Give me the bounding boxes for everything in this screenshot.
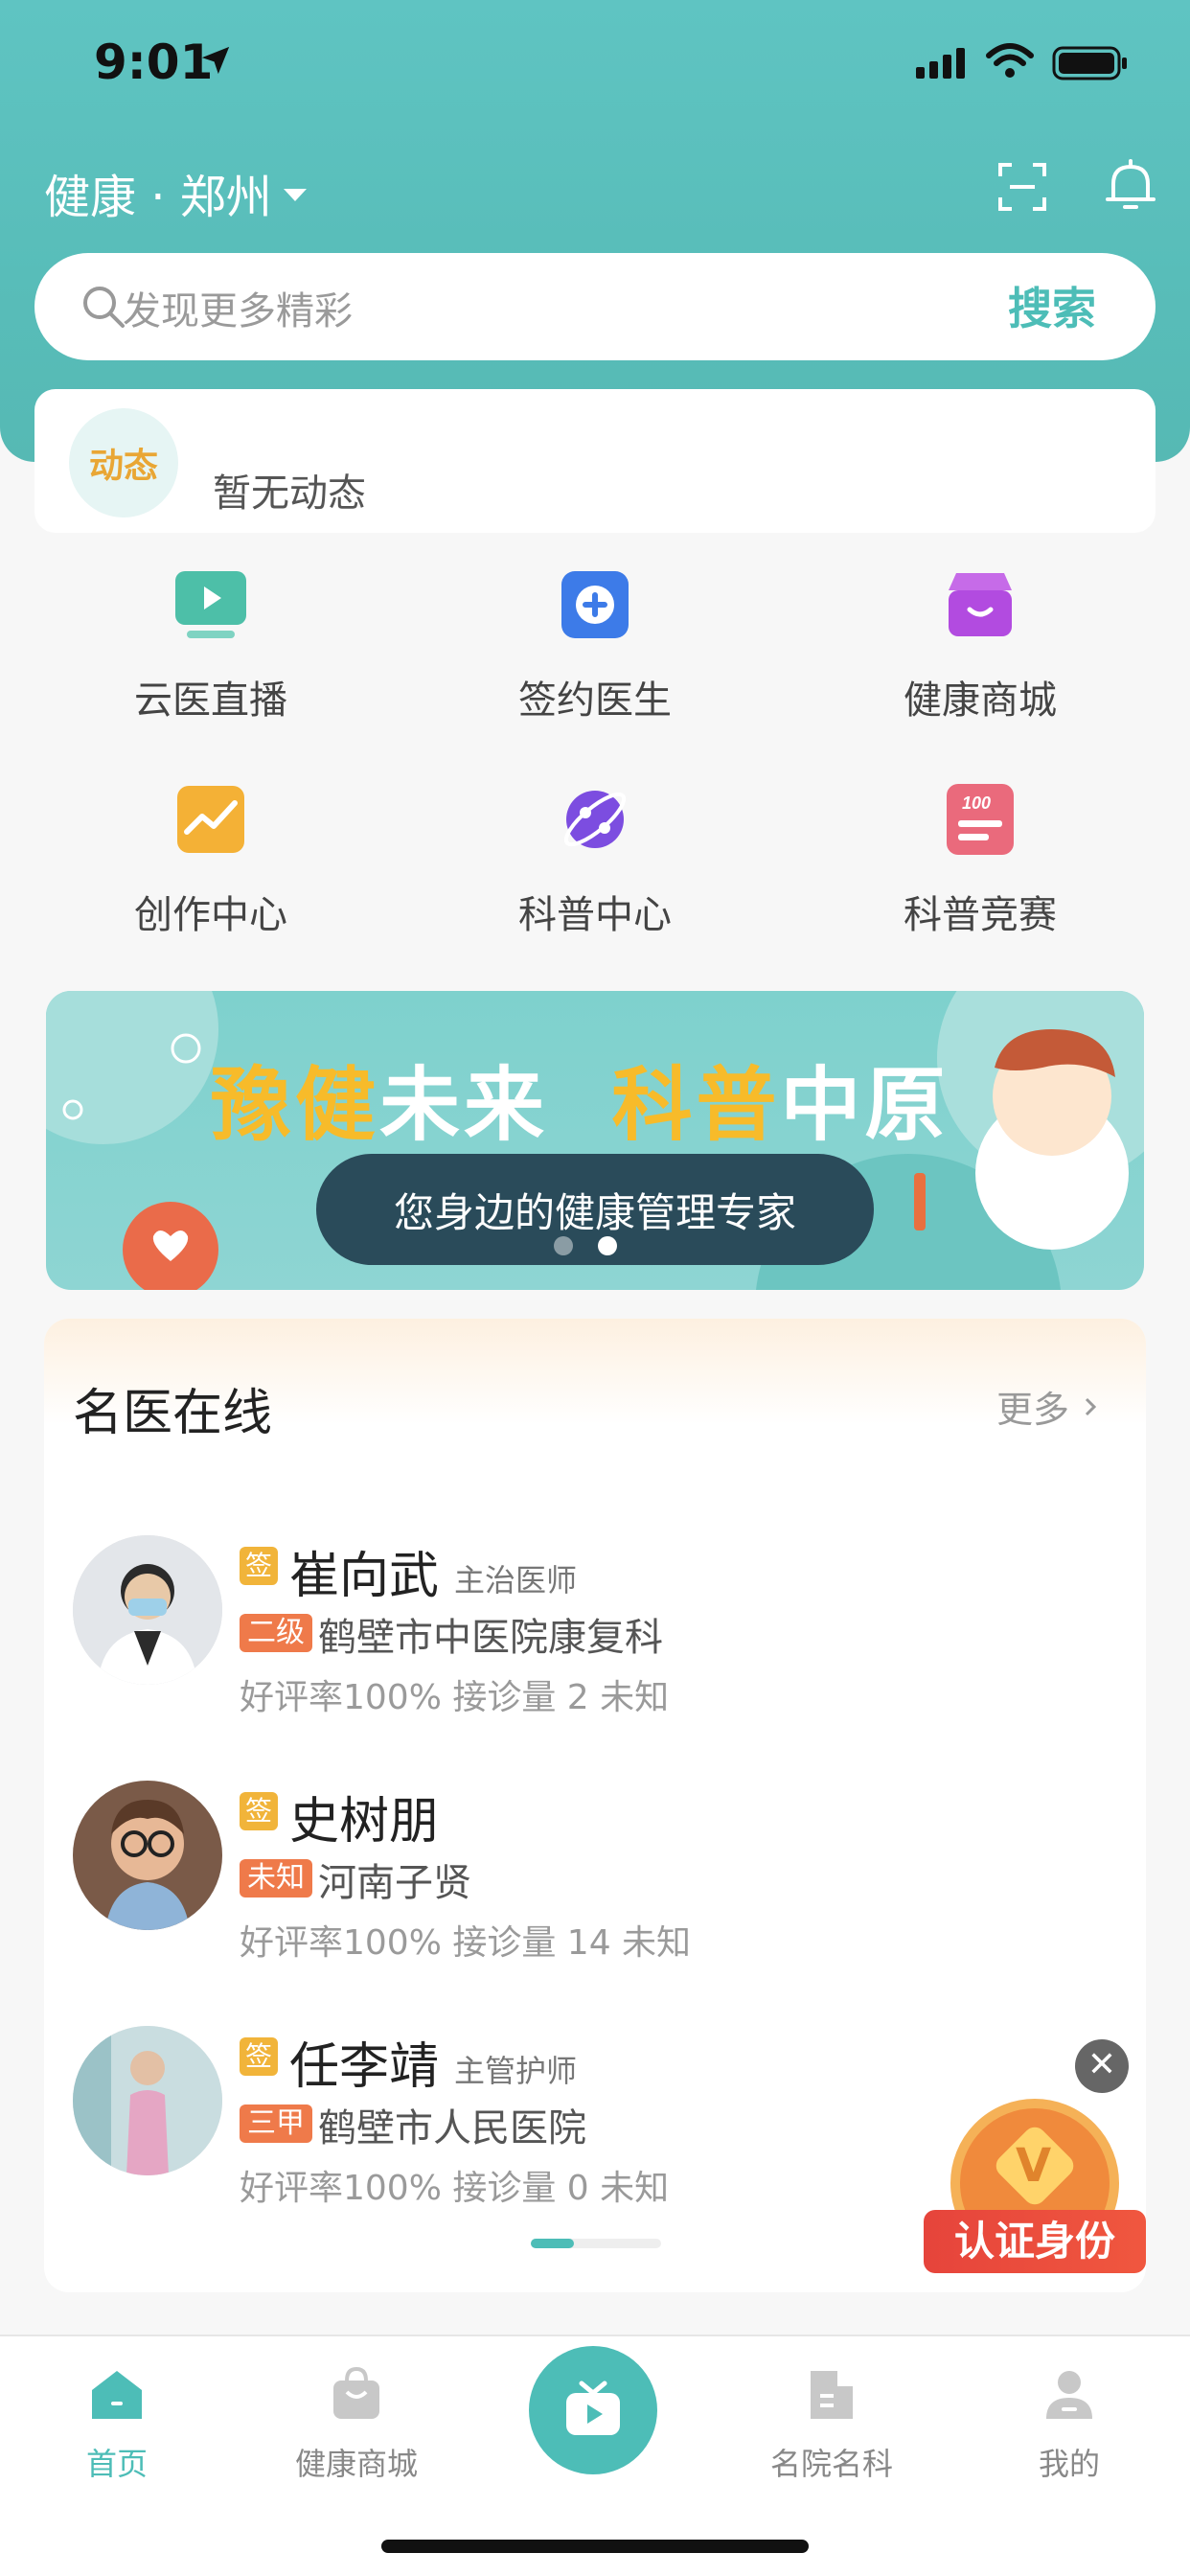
dynamics-text: 暂无动态	[213, 472, 366, 516]
app-page: 9:01 健康 · 郑州 发现更多精彩 搜索 动态 暂无动态 云医直播 签约医生…	[0, 0, 1190, 2576]
menu-label: 科普竞赛	[904, 893, 1057, 937]
chevron-right-icon	[1085, 1397, 1097, 1415]
bell-icon[interactable]	[1104, 157, 1157, 215]
scan-icon[interactable]	[996, 161, 1048, 213]
doctor-name: 任李靖	[289, 2038, 440, 2096]
menu-item-contest[interactable]: 100 科普竞赛	[836, 776, 1124, 968]
score-100-icon: 100	[947, 784, 1014, 855]
avatar	[73, 2026, 222, 2175]
hospital-level-badge: 二级	[240, 1614, 312, 1652]
doctor-stats: 好评率100% 接诊量 2 未知	[240, 1678, 670, 1717]
tab-label: 我的	[1038, 2446, 1100, 2482]
dynamics-badge: 动态	[69, 408, 178, 518]
tab-label: 名院名科	[769, 2446, 893, 2482]
more-label: 更多	[995, 1389, 1069, 1431]
doctor-title: 主管护师	[454, 2053, 578, 2089]
menu-item-shop[interactable]: 健康商城	[836, 562, 1124, 753]
close-floating-button[interactable]: ✕	[1075, 2039, 1129, 2093]
section-title: 名医在线	[73, 1385, 273, 1442]
menu-label: 创作中心	[134, 893, 287, 937]
banner-title-part: 未来	[379, 1058, 549, 1152]
hospital-name: 鹤壁市人民医院	[318, 2106, 586, 2150]
doctor-title: 主治医师	[454, 1562, 578, 1598]
sign-badge: 签	[240, 2037, 278, 2076]
doctor-name: 史树朋	[289, 1793, 440, 1851]
hospital-name: 鹤壁市中医院康复科	[318, 1616, 663, 1660]
doctor-row[interactable]: 签 史树朋 未知 河南子贤 好评率100% 接诊量 14 未知	[73, 1781, 1127, 1972]
status-bar: 9:01	[0, 0, 1190, 134]
shop-icon	[949, 573, 1012, 636]
v-mark-icon: V	[1016, 2139, 1052, 2193]
banner-title-part: 科普	[611, 1058, 781, 1152]
live-video-icon	[175, 571, 246, 638]
menu-item-create[interactable]: 创作中心	[67, 776, 355, 968]
city-label: 健康 · 郑州	[44, 171, 272, 224]
carousel-dot-active[interactable]	[598, 1236, 617, 1255]
carousel-dots	[554, 1236, 617, 1255]
tab-live-center-button[interactable]	[529, 2346, 657, 2474]
caret-down-icon	[283, 188, 307, 201]
doctor-name: 崔向武	[289, 1548, 440, 1605]
location-arrow-icon	[201, 46, 230, 75]
wifi-icon	[986, 43, 1034, 78]
svg-text:100: 100	[962, 794, 991, 813]
hospital-name: 河南子贤	[318, 1861, 471, 1905]
chart-up-icon	[177, 786, 244, 853]
hospital-building-icon	[811, 2371, 853, 2419]
menu-label: 签约医生	[518, 678, 672, 723]
cellular-signal-icon	[916, 48, 965, 79]
verify-identity-button[interactable]: V 认证身份	[924, 2099, 1146, 2281]
city-selector[interactable]: 健康 · 郑州	[44, 159, 307, 226]
home-indicator	[381, 2540, 809, 2553]
medical-plus-icon	[561, 571, 629, 638]
battery-icon	[1052, 46, 1127, 80]
tab-hospitals[interactable]: 名院名科	[755, 2365, 908, 2484]
menu-item-live[interactable]: 云医直播	[67, 562, 355, 753]
scroll-progress	[531, 2239, 661, 2248]
search-button[interactable]: 搜索	[1008, 274, 1096, 337]
status-time: 9:01	[94, 34, 214, 90]
tab-label: 首页	[85, 2446, 148, 2482]
dynamics-card[interactable]: 动态 暂无动态	[34, 389, 1156, 533]
bottom-tab-bar: 首页 健康商城 名院名科 我的	[0, 2334, 1190, 2576]
avatar	[73, 1781, 222, 1930]
banner-title: 豫健未来 科普中原	[211, 1041, 950, 1157]
banner-title-part: 豫健	[211, 1058, 380, 1152]
tab-home[interactable]: 首页	[40, 2365, 194, 2484]
planet-icon	[563, 791, 627, 848]
home-icon	[92, 2371, 142, 2419]
more-link[interactable]: 更多	[996, 1380, 1104, 1433]
menu-label: 科普中心	[518, 893, 672, 937]
menu-item-science[interactable]: 科普中心	[451, 776, 739, 968]
doctor-stats: 好评率100% 接诊量 0 未知	[240, 2169, 670, 2208]
sign-badge: 签	[240, 1792, 278, 1830]
scroll-progress-fill	[531, 2239, 574, 2248]
tv-icon	[566, 2380, 620, 2435]
menu-label: 健康商城	[904, 678, 1057, 723]
menu-item-sign-doctor[interactable]: 签约医生	[451, 562, 739, 753]
search-icon	[83, 287, 125, 328]
shopping-bag-icon	[333, 2366, 379, 2419]
tab-profile[interactable]: 我的	[993, 2365, 1146, 2484]
user-icon	[1046, 2371, 1092, 2419]
tab-label: 健康商城	[294, 2446, 418, 2482]
promo-banner[interactable]: 豫健未来 科普中原 您身边的健康管理专家	[46, 991, 1144, 1290]
search-bar[interactable]: 发现更多精彩 搜索	[34, 253, 1156, 360]
menu-label: 云医直播	[134, 678, 287, 723]
banner-title-part: 中原	[780, 1058, 950, 1152]
verify-label: 认证身份	[924, 2210, 1146, 2273]
doctor-row[interactable]: 签 崔向武 主治医师 二级 鹤壁市中医院康复科 好评率100% 接诊量 2 未知	[73, 1535, 1127, 1727]
carousel-dot[interactable]	[554, 1236, 573, 1255]
hospital-level-badge: 三甲	[240, 2104, 312, 2143]
avatar	[73, 1535, 222, 1685]
sign-badge: 签	[240, 1547, 278, 1585]
search-input[interactable]: 发现更多精彩	[123, 280, 353, 335]
hospital-level-badge: 未知	[240, 1859, 312, 1898]
doctor-stats: 好评率100% 接诊量 14 未知	[240, 1923, 692, 1963]
tab-health-shop[interactable]: 健康商城	[280, 2365, 433, 2484]
